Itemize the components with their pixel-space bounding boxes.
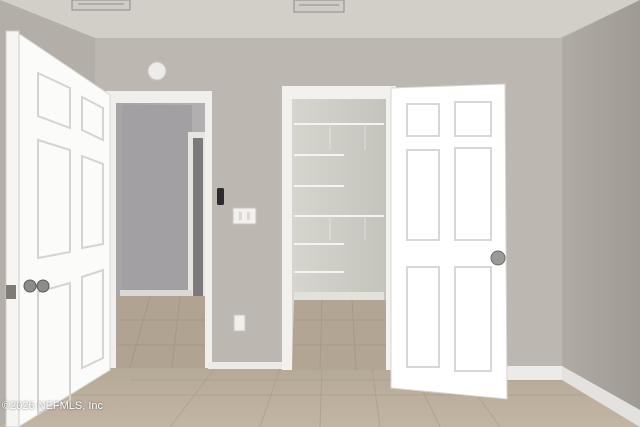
closet-floor [292,300,386,370]
hallway-far-wall [122,105,192,295]
hallway-floor [116,296,205,368]
smoke-detector [147,61,167,81]
bedroom-door-edge [5,30,20,427]
baseboard [208,362,286,369]
ceiling-vent-left [71,0,131,11]
wall-outlet [233,314,246,332]
room-illustration [0,0,640,427]
closet-door-knob [490,250,506,266]
ceiling-vent-right [293,0,345,13]
right-wall [562,0,640,427]
hallway-baseboard [120,290,192,296]
closet-baseboard [294,292,384,300]
room-photo: ©2026 NEFMLS, Inc [0,0,640,427]
watermark-text: ©2026 NEFMLS, Inc [2,400,104,412]
thermostat [217,188,224,205]
door-hinge [6,285,16,299]
closet-door [390,83,508,400]
light-switch-plate [232,207,257,225]
bedroom-door [17,32,111,427]
